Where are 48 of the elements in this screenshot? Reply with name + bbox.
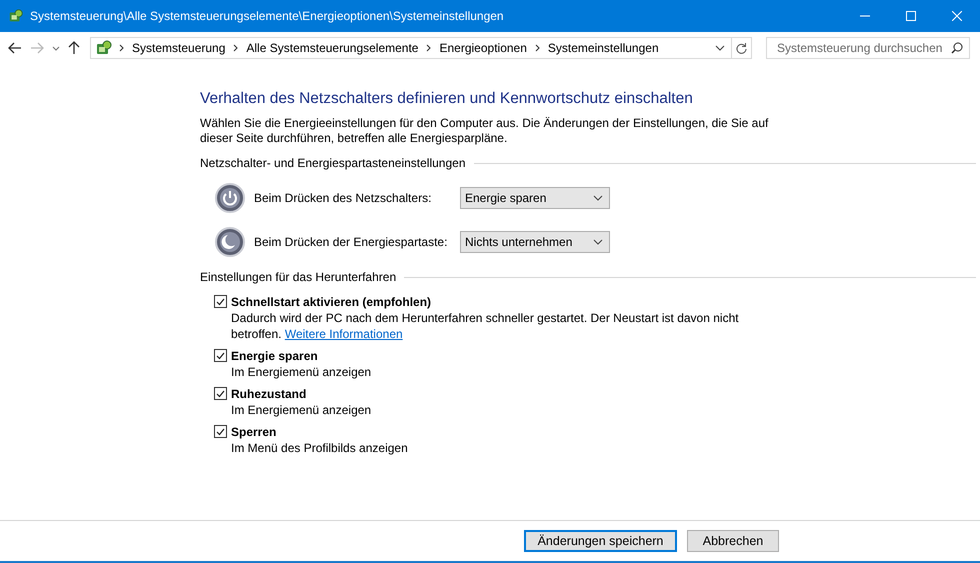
option-label[interactable]: Sperren — [231, 424, 771, 440]
chevron-down-icon — [593, 239, 603, 245]
option-description: Im Menü des Profilbilds anzeigen — [231, 440, 409, 456]
chevron-right-icon — [233, 44, 238, 52]
control-panel-icon — [95, 39, 113, 57]
back-button[interactable] — [6, 40, 24, 56]
chevron-down-icon — [715, 45, 725, 51]
action-dropdown[interactable]: Energie sparen — [460, 187, 610, 209]
search-field[interactable]: Systemsteuerung durchsuchen — [766, 37, 970, 59]
breadcrumb-item[interactable]: Systemeinstellungen — [544, 41, 663, 55]
page-heading: Verhalten des Netzschalters definieren und Kennwortschutz einschalten — [200, 90, 694, 108]
chevron-right-icon — [426, 44, 432, 52]
action-dropdown[interactable]: Nichts unternehmen — [460, 231, 610, 253]
recent-locations-button[interactable] — [50, 44, 62, 52]
up-button[interactable] — [66, 39, 82, 57]
search-icon — [951, 42, 963, 54]
option-description: Im Energiemenü anzeigen — [231, 364, 372, 380]
sleep-button-icon — [215, 227, 245, 257]
maximize-icon — [906, 11, 916, 21]
section-title: Netzschalter- und Energiespartasteneinstellungen — [200, 156, 466, 170]
chevron-right-icon — [119, 44, 124, 52]
more-info-link[interactable]: Weitere Informationen — [284, 327, 403, 341]
address-bar[interactable]: Systemsteuerung Alle Systemsteuerungselemente Energieoptionen Systemeinstellungen — [90, 37, 752, 59]
setting-label: Beim Drücken des Netzschalters: — [254, 191, 432, 205]
option-label[interactable]: Ruhezustand — [231, 386, 771, 402]
control-panel-icon — [8, 8, 24, 24]
section-title: Einstellungen für das Herunterfahren — [200, 270, 396, 284]
checkbox[interactable] — [214, 349, 227, 362]
close-icon — [952, 11, 962, 21]
breadcrumb-item[interactable]: Systemsteuerung — [128, 41, 230, 55]
power-button-icon — [215, 183, 245, 213]
option-description: Dadurch wird der PC nach dem Herunterfahren schneller gestartet. Der Neustart ist davon nicht betroffen. Weitere Informationen — [231, 310, 740, 342]
checkbox[interactable] — [214, 295, 227, 308]
refresh-icon[interactable] — [736, 42, 747, 54]
window-title: Systemsteuerung\Alle Systemsteuerungselemente\Energieoptionen\Systemeinstellungen — [30, 9, 505, 23]
save-button[interactable]: Änderungen speichern — [524, 530, 677, 552]
checkbox[interactable] — [214, 387, 227, 400]
option-label[interactable]: Schnellstart aktivieren (empfohlen) — [231, 294, 771, 310]
intro-text: Wählen Sie die Energieeinstellungen für den Computer aus. Die Änderungen der Einstellungen, die Sie auf dieser Seite durchführen, betreffen alle Energiesparpläne. — [200, 116, 770, 146]
cancel-button[interactable]: Abbrechen — [687, 530, 779, 552]
checkbox[interactable] — [214, 425, 227, 438]
option-description: Im Energiemenü anzeigen — [231, 402, 372, 418]
chevron-down-icon — [593, 195, 603, 201]
option-label[interactable]: Energie sparen — [231, 348, 771, 364]
breadcrumb-item[interactable]: Energieoptionen — [435, 41, 531, 55]
setting-label: Beim Drücken der Energiespartaste: — [254, 235, 448, 249]
breadcrumb-item[interactable]: Alle Systemsteuerungselemente — [242, 41, 422, 55]
chevron-right-icon — [534, 44, 540, 52]
